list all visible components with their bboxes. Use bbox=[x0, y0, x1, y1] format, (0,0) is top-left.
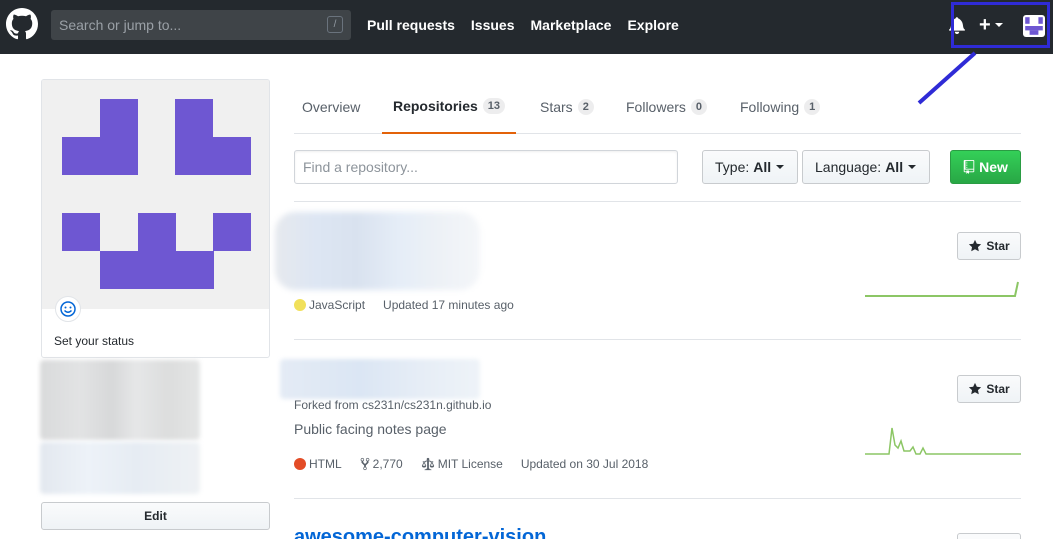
tab-overview[interactable]: Overview bbox=[302, 80, 360, 133]
repo-license: MIT License bbox=[421, 457, 503, 471]
blurred-profile-username bbox=[40, 442, 200, 494]
chevron-down-icon bbox=[908, 165, 917, 169]
list-divider bbox=[294, 498, 1021, 499]
language-color-dot bbox=[294, 299, 306, 311]
top-nav-bar: / Pull requests Issues Marketplace Explo… bbox=[0, 0, 1053, 54]
star-icon bbox=[969, 239, 982, 252]
new-repository-button[interactable]: New bbox=[950, 150, 1021, 184]
star-icon bbox=[969, 382, 982, 395]
stars-count: 2 bbox=[577, 98, 594, 115]
activity-sparkline bbox=[865, 281, 1019, 297]
set-status-label[interactable]: Set your status bbox=[54, 334, 134, 348]
repositories-count: 13 bbox=[482, 98, 506, 114]
github-logo-icon[interactable] bbox=[6, 8, 38, 40]
set-status-button[interactable] bbox=[55, 296, 81, 322]
type-filter-dropdown[interactable]: Type: All bbox=[702, 150, 798, 184]
star-button[interactable] bbox=[957, 533, 1021, 539]
repo-meta: HTML 2,770 MIT License Updated on 30 Jul… bbox=[294, 457, 648, 471]
fork-icon bbox=[360, 457, 370, 471]
tab-followers-label: Followers bbox=[626, 98, 686, 115]
edit-profile-button[interactable]: Edit bbox=[41, 502, 270, 530]
annotation-highlight-box bbox=[951, 2, 1050, 48]
repo-title-link[interactable]: awesome-computer-vision bbox=[294, 526, 546, 539]
repo-meta: JavaScript Updated 17 minutes ago bbox=[294, 298, 514, 312]
following-count: 1 bbox=[804, 98, 821, 115]
star-label: Star bbox=[986, 382, 1010, 396]
nav-issues[interactable]: Issues bbox=[471, 16, 515, 34]
repo-icon bbox=[963, 160, 975, 174]
nav-pull-requests[interactable]: Pull requests bbox=[367, 16, 455, 34]
global-search: / bbox=[51, 10, 351, 40]
star-label: Star bbox=[986, 239, 1010, 253]
type-filter-label: Type: bbox=[715, 159, 750, 175]
new-repository-label: New bbox=[979, 159, 1008, 175]
repo-forks-count: 2,770 bbox=[372, 457, 403, 471]
nav-explore[interactable]: Explore bbox=[627, 16, 678, 34]
tab-followers[interactable]: Followers 0 bbox=[626, 80, 708, 133]
tab-overview-label: Overview bbox=[302, 98, 361, 115]
nav-marketplace[interactable]: Marketplace bbox=[531, 16, 612, 34]
repo-forks[interactable]: 2,770 bbox=[360, 457, 403, 471]
type-filter-value: All bbox=[753, 159, 772, 175]
main-nav: Pull requests Issues Marketplace Explore bbox=[367, 16, 679, 34]
profile-identicon-avatar[interactable] bbox=[42, 80, 269, 309]
blurred-profile-name bbox=[40, 360, 200, 440]
language-color-dot bbox=[294, 458, 306, 470]
profile-card: Set your status bbox=[41, 79, 270, 358]
star-button[interactable]: Star bbox=[957, 375, 1021, 403]
repo-updated: Updated 17 minutes ago bbox=[383, 298, 514, 312]
chevron-down-icon bbox=[776, 165, 785, 169]
repo-description: Public facing notes page bbox=[294, 421, 447, 437]
tab-stars-label: Stars bbox=[540, 98, 573, 115]
repo-language: JavaScript bbox=[309, 298, 366, 312]
blurred-repo-title bbox=[275, 212, 480, 290]
repo-license-label: MIT License bbox=[437, 457, 503, 471]
tab-following[interactable]: Following 1 bbox=[740, 80, 821, 133]
tab-stars[interactable]: Stars 2 bbox=[540, 80, 594, 133]
star-button[interactable]: Star bbox=[957, 232, 1021, 260]
language-filter-dropdown[interactable]: Language: All bbox=[802, 150, 930, 184]
tab-following-label: Following bbox=[740, 98, 800, 115]
language-filter-value: All bbox=[885, 159, 904, 175]
repo-language: HTML bbox=[309, 457, 342, 471]
profile-tabs: Overview Repositories 13 Stars 2 Followe… bbox=[294, 80, 1021, 134]
law-icon bbox=[421, 457, 434, 471]
tab-repositories-label: Repositories bbox=[392, 98, 478, 114]
activity-sparkline bbox=[865, 427, 1021, 455]
slash-shortcut-key: / bbox=[327, 16, 343, 33]
find-repository-input[interactable] bbox=[294, 150, 678, 184]
tab-repositories[interactable]: Repositories 13 bbox=[382, 80, 516, 134]
language-filter-label: Language: bbox=[815, 159, 882, 175]
followers-count: 0 bbox=[690, 98, 708, 115]
smiley-icon bbox=[60, 301, 76, 317]
blurred-repo-title bbox=[280, 359, 480, 399]
list-divider bbox=[294, 339, 1021, 340]
forked-from-text[interactable]: Forked from cs231n/cs231n.github.io bbox=[294, 398, 491, 412]
list-divider bbox=[294, 201, 1021, 202]
repo-updated: Updated on 30 Jul 2018 bbox=[520, 457, 649, 471]
global-search-input[interactable] bbox=[51, 10, 321, 40]
